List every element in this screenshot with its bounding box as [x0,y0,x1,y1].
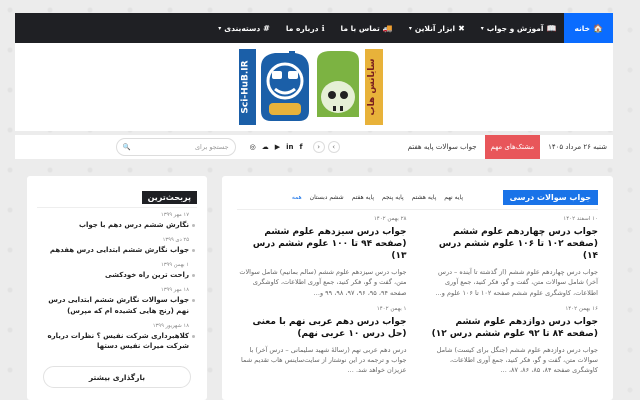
chevron-down-icon: ▾ [218,24,222,32]
search-placeholder: جستجو برای [194,143,229,151]
nav-item-label: تماس با ما [340,23,380,33]
chevron-down-icon: ▾ [408,24,412,32]
list-item: ۱ بهمن ۱۳۹۹ راحت ترین راه خودکشی [37,262,195,280]
ticker-prev-button[interactable]: ‹ [312,141,325,153]
popular-posts-list: ۱۷ مهر ۱۳۹۹ نگارش ششم درس دهم با جواب ۲۵… [37,212,195,358]
post-card: ۱۶ بهمن ۱۴۰۲ جواب درس دوازدهم علوم ششم (… [429,306,598,396]
list-item: ۱۸ شهریور ۱۳۹۹ کلاهبرداری شرکت نفیس ؟ نظ… [37,323,195,351]
main-navigation: 🏠 خانه 📖 آموزش و جواب ▾ ✖ ابزار آنلاین ▾… [15,13,613,43]
site-logo[interactable]: Sci-HuB.IR سایانس هاب [239,47,389,127]
ticker-arrows: › ‹ [312,141,340,153]
section-title: جواب سوالات درسی [502,190,598,205]
nav-item-tutorials[interactable]: 📖 آموزش و جواب ▾ [473,13,565,43]
youtube-icon[interactable]: ▶ [275,143,280,151]
post-title[interactable]: جواب درس دوازدهم علوم ششم (صفحه ۸۴ تا ۹۲… [429,316,598,340]
post-date: ۲۸ بهمن ۱۴۰۲ [373,216,407,222]
tab-all[interactable]: همه [292,194,302,201]
post-title[interactable]: کلاهبرداری شرکت نفیس ؟ نظرات درباره شرکت… [37,331,189,351]
post-date: ۱ بهمن ۱۴۰۲ [376,306,407,312]
info-icon: ℹ [321,23,325,33]
nav-item-about[interactable]: ℹ درباره ما [278,13,333,43]
post-title[interactable]: نگارش ششم درس دهم با جواب [37,220,189,230]
post-title[interactable]: جواب سوالات نگارش ششم ابتدایی درس نهم (ر… [37,295,189,315]
tools-icon: ✖ [458,23,465,33]
post-title[interactable]: جواب درس چهاردهم علوم ششم (صفحه ۱۰۲ تا ۱… [429,226,598,262]
post-excerpt: جواب درس سیزدهم علوم ششم (سالم بمانیم) ش… [239,268,407,297]
post-excerpt: درس دهم عربی نهم (رسالهٔ شهید سلیمانی – … [241,346,407,375]
post-list: ۱۰ اسفند ۱۴۰۲ جواب درس چهاردهم علوم ششم … [237,216,598,396]
nav-item-home[interactable]: 🏠 خانه [564,13,613,43]
post-title[interactable]: راحت ترین راه خودکشی [37,270,189,280]
tab-grade-8[interactable]: پایه هشتم [412,194,437,201]
social-icons: f in ▶ ☁ ◎ [250,143,303,151]
breaking-news-bar: شنبه ۲۶ مرداد ۱۴۰۵ مشتک‌های مهم جواب سوا… [15,135,613,159]
section-divider [237,209,598,210]
nav-item-categories[interactable]: # دسته‌بندی ▾ [210,13,278,43]
ticker-next-button[interactable]: › [327,141,340,153]
sidebar-widget: پربحث‌ترین ۱۷ مهر ۱۳۹۹ نگارش ششم درس دهم… [27,176,207,400]
tab-grade-7[interactable]: پایه هفتم [352,194,374,201]
facebook-icon[interactable]: f [300,143,303,151]
tab-grade-5[interactable]: پایه پنجم [382,194,404,201]
list-item: ۱۷ مهر ۱۳۹۹ نگارش ششم درس دهم با جواب [37,212,195,230]
widget-divider [37,207,197,208]
logo-text-left: Sci-HuB.IR [241,60,251,113]
post-date: ۱۸ شهریور ۱۳۹۹ [152,322,189,329]
tab-grade-6[interactable]: ششم دبستان [310,194,344,201]
current-date: شنبه ۲۶ مرداد ۱۴۰۵ [548,143,607,151]
instagram-icon[interactable]: ◎ [250,143,256,151]
nav-item-label: آموزش و جواب [486,23,544,33]
post-excerpt: جواب درس دوازدهم علوم ششم (جنگل برای کیس… [436,346,598,375]
nav-item-label: خانه [574,23,591,33]
load-more-button[interactable]: بارگذاری بیشتر [43,366,191,388]
post-card: ۱ بهمن ۱۴۰۲ جواب درس دهم عربی نهم با معن… [237,306,407,396]
main-content: جواب سوالات درسی همه ششم دبستان پایه هفت… [222,176,613,400]
nav-item-label: درباره ما [285,23,319,33]
list-item: ۲۵ دی ۱۳۹۹ جواب نگارش ششم ابتدایی درس هف… [37,237,195,255]
nav-item-online-tools[interactable]: ✖ ابزار آنلاین ▾ [401,13,473,43]
search-input[interactable]: جستجو برای 🔍 [115,138,236,156]
nav-item-label: دسته‌بندی [224,23,261,33]
category-tabs: همه ششم دبستان پایه هفتم پایه پنجم پایه … [292,194,463,201]
home-icon: 🏠 [593,23,603,33]
post-card: ۲۸ بهمن ۱۴۰۲ جواب درس سیزدهم علوم ششم (ص… [237,216,407,306]
hash-icon: # [263,23,270,33]
post-date: ۱۶ بهمن ۱۴۰۲ [565,306,598,312]
header-logo-area: Sci-HuB.IR سایانس هاب [15,43,613,131]
post-card: ۱۰ اسفند ۱۴۰۲ جواب درس چهاردهم علوم ششم … [429,216,598,306]
post-date: ۱۷ مهر ۱۳۹۹ [160,212,189,218]
post-title[interactable]: جواب درس دهم عربی نهم با معنی (حل درس ۱۰… [237,316,407,340]
search-icon[interactable]: 🔍 [123,143,131,151]
tab-grade-9[interactable]: پایه نهم [444,194,463,201]
truck-icon: 🚚 [382,23,393,33]
widget-title: پربحث‌ترین [141,191,197,204]
post-title[interactable]: جواب درس سیزدهم علوم ششم (صفحه ۹۴ تا ۱۰۰… [237,226,407,262]
post-date: ۱۰ اسفند ۱۴۰۲ [563,216,598,222]
logo-text-right: سایانس هاب [367,58,377,115]
book-icon: 📖 [546,23,557,33]
soundcloud-icon[interactable]: ☁ [262,143,269,151]
linkedin-icon[interactable]: in [286,143,293,151]
post-title[interactable]: جواب نگارش ششم ابتدایی درس هفدهم [37,245,189,255]
nav-item-contact[interactable]: 🚚 تماس با ما [333,13,401,43]
chevron-down-icon: ▾ [480,24,484,32]
breaking-news-link[interactable]: جواب سوالات پایه هفتم [400,143,485,151]
nav-item-label: ابزار آنلاین [414,23,456,33]
post-excerpt: جواب درس چهاردهم علوم ششم (از گذشته تا آ… [435,268,598,297]
breaking-news-badge: مشتک‌های مهم [484,135,541,159]
post-date: ۱۸ مهر ۱۳۹۹ [160,287,189,294]
post-date: ۲۵ دی ۱۳۹۹ [162,237,189,244]
list-item: ۱۸ مهر ۱۳۹۹ جواب سوالات نگارش ششم ابتدای… [37,287,195,315]
post-date: ۱ بهمن ۱۳۹۹ [160,262,189,269]
